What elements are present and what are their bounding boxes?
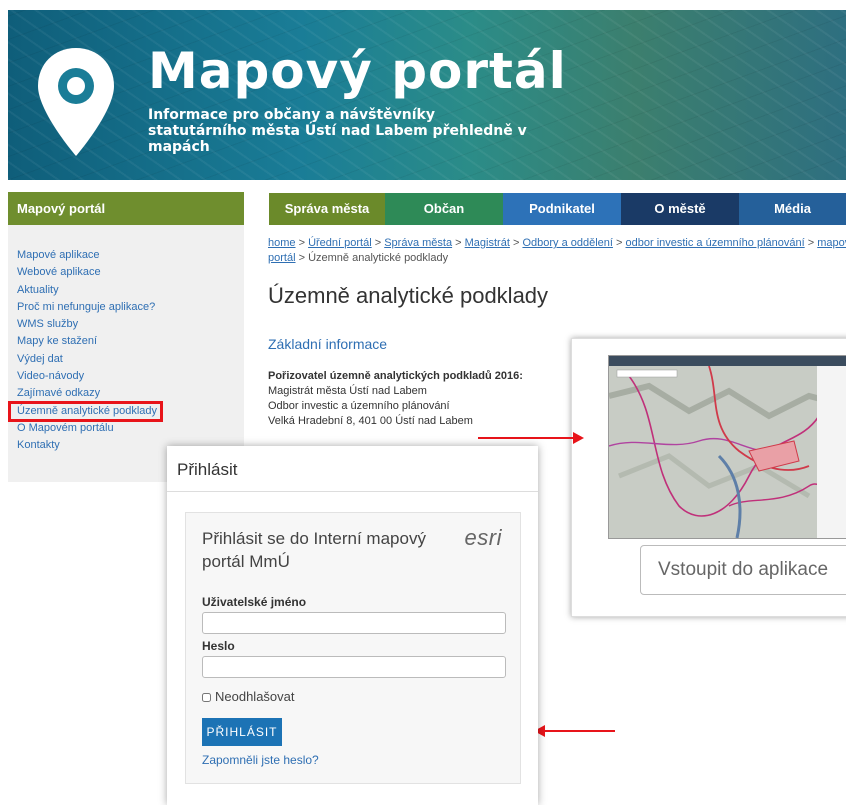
enter-app-button[interactable]: Vstoupit do aplikace [640, 545, 846, 595]
sidebar-item-webove-aplikace[interactable]: Webové aplikace [8, 264, 244, 281]
sidebar-item-zajimave-odkazy[interactable]: Zajímavé odkazy [8, 385, 244, 402]
map-thumbnail[interactable] [608, 355, 846, 539]
sidebar: Mapový portál Mapové aplikace Webové apl… [8, 192, 244, 482]
map-pin-logo-icon [38, 48, 114, 156]
red-arrow-right-icon [478, 432, 584, 444]
breadcrumb-uredni-portal[interactable]: Úřední portál [308, 237, 372, 249]
divider [167, 491, 538, 492]
remember-label: Neodhlašovat [215, 689, 295, 704]
banner-title: Mapový portál [148, 42, 567, 100]
remember-me[interactable]: Neodhlašovat [202, 689, 295, 704]
tab-media[interactable]: Média [739, 193, 846, 225]
info-line: Velká Hradební 8, 401 00 Ústí nad Labem [268, 415, 473, 427]
breadcrumb-magistrat[interactable]: Magistrát [465, 237, 510, 249]
app-preview-card: Vstoupit do aplikace [571, 338, 846, 617]
breadcrumb-separator: > [509, 237, 523, 249]
header-banner: Mapový portál Informace pro občany a náv… [8, 10, 846, 180]
banner-subtitle: Informace pro občany a návštěvníky statu… [148, 107, 527, 155]
tab-o-meste[interactable]: O městě [621, 193, 739, 225]
breadcrumb-current: Územně analytické podklady [308, 252, 449, 264]
breadcrumb: home > Úřední portál > Správa města > Ma… [268, 236, 846, 266]
breadcrumb-home[interactable]: home [268, 237, 296, 249]
info-heading: Pořizovatel územně analytických podkladů… [268, 370, 523, 382]
map-thumbnail-image [609, 356, 846, 538]
password-field[interactable] [202, 656, 506, 678]
forgot-password-link[interactable]: Zapomněli jste heslo? [202, 753, 319, 767]
section-title: Základní informace [268, 336, 388, 352]
tab-obcan[interactable]: Občan [385, 193, 503, 225]
password-input[interactable] [203, 657, 501, 675]
page-title: Územně analytické podklady [268, 283, 549, 308]
remember-checkbox[interactable] [202, 693, 211, 703]
info-block: Pořizovatel územně analytických podkladů… [268, 369, 523, 429]
breadcrumb-portal[interactable]: portál [268, 252, 296, 264]
username-label: Uživatelské jméno [202, 595, 307, 609]
breadcrumb-separator: > [371, 237, 385, 249]
breadcrumb-sprava-mesta[interactable]: Správa města [384, 237, 452, 249]
sidebar-item-mapove-aplikace[interactable]: Mapové aplikace [8, 247, 244, 264]
password-label: Heslo [202, 639, 235, 653]
breadcrumb-odbor-investic[interactable]: odbor investic a územního plánování [626, 237, 805, 249]
login-dialog: Přihlásit Přihlásit se do Interní mapový… [167, 446, 538, 805]
login-form-heading: Přihlásit se do Interní mapový portál Mm… [202, 529, 426, 571]
breadcrumb-separator: > [295, 237, 309, 249]
sidebar-item-uzemne-analyticke-podklady[interactable]: Územně analytické podklady [8, 400, 163, 423]
login-dialog-title: Přihlásit [177, 460, 238, 479]
breadcrumb-odbory[interactable]: Odbory a oddělení [522, 237, 613, 249]
tab-podnikatel[interactable]: Podnikatel [503, 193, 621, 225]
tab-sprava-mesta[interactable]: Správa města [269, 193, 385, 225]
breadcrumb-separator: > [295, 252, 309, 264]
sidebar-item-mapy-ke-stazeni[interactable]: Mapy ke stažení [8, 333, 244, 350]
breadcrumb-separator: > [452, 237, 465, 249]
breadcrumb-separator: > [804, 237, 818, 249]
sidebar-item-proc-nefunguje[interactable]: Proč mi nefunguje aplikace? [8, 299, 244, 316]
breadcrumb-line-1: home > Úřední portál > Správa města > Ma… [268, 236, 846, 251]
login-form: Přihlásit se do Interní mapový portál Mm… [185, 512, 521, 784]
info-line: Magistrát města Ústí nad Labem [268, 385, 427, 397]
sidebar-item-o-mapovem-portalu[interactable]: O Mapovém portálu [8, 420, 244, 437]
sidebar-item-vydej-dat[interactable]: Výdej dat [8, 351, 244, 368]
info-line: Odbor investic a územního plánování [268, 400, 450, 412]
sidebar-heading: Mapový portál [8, 192, 244, 225]
sidebar-item-wms-sluzby[interactable]: WMS služby [8, 316, 244, 333]
username-field[interactable] [202, 612, 506, 634]
breadcrumb-mapovy[interactable]: mapový [817, 237, 846, 249]
sidebar-item-video-navody[interactable]: Video-návody [8, 368, 244, 385]
signin-button[interactable]: PŘIHLÁSIT [202, 718, 282, 746]
main-nav: Správa města Občan Podnikatel O městě Mé… [269, 193, 846, 225]
sidebar-item-aktuality[interactable]: Aktuality [8, 282, 244, 299]
sidebar-menu: Mapové aplikace Webové aplikace Aktualit… [8, 247, 244, 455]
breadcrumb-line-2: portál > Územně analytické podklady [268, 251, 846, 266]
esri-logo: esri [464, 525, 502, 550]
username-input[interactable] [203, 613, 501, 631]
red-arrow-left-icon [534, 725, 615, 737]
breadcrumb-separator: > [612, 237, 626, 249]
